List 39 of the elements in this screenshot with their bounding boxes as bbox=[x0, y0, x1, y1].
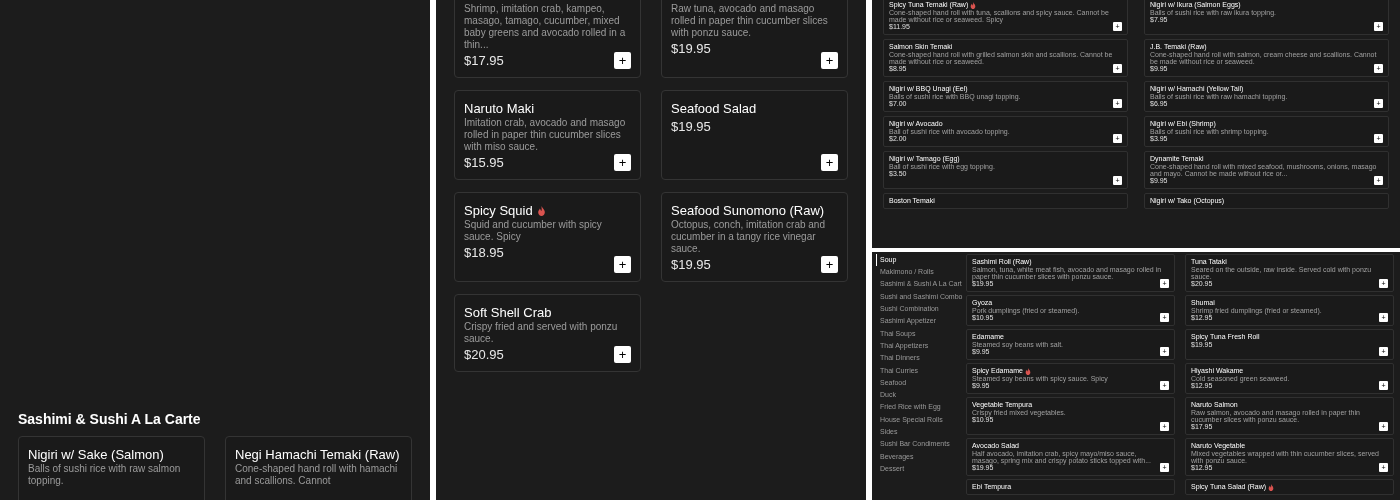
item-description: Imitation crab, avocado and masago rolled in paper thin cucumber slices with miso sauce. bbox=[464, 117, 627, 153]
item-title: Seafood Sunomono (Raw) bbox=[671, 203, 825, 219]
item-price: $15.95 bbox=[464, 155, 504, 171]
item-title: Nigiri w/ Sake (Salmon) bbox=[28, 447, 164, 463]
item-description: Squid and cucumber with spicy sauce. Spicy bbox=[464, 219, 603, 243]
item-price: $20.95 bbox=[464, 347, 504, 363]
menu-item-card[interactable]: Spicy Squid Squid and cucumber with spicy sauce. Spicy $18.95 + bbox=[454, 192, 641, 282]
item-price: $17.95 bbox=[464, 53, 504, 69]
add-button[interactable]: + bbox=[821, 154, 838, 171]
add-button[interactable]: + bbox=[614, 256, 631, 273]
menu-item-card[interactable]: Nigiri w/ Sake (Salmon) Balls of sushi rice with raw salmon topping. bbox=[18, 436, 205, 500]
item-price: $19.95 bbox=[671, 257, 711, 273]
menu-item-card[interactable]: Soft Shell Crab Crispy fried and served with ponzu sauce. $20.95 + bbox=[454, 294, 641, 372]
item-description: Cone-shaped hand roll with hamachi and scallions. Cannot bbox=[235, 463, 399, 487]
item-description: Raw tuna, avocado and masago rolled in paper thin cucumber slices with ponzu sauce. bbox=[671, 3, 829, 39]
item-title: Seafood Salad bbox=[671, 101, 757, 117]
item-title: Spicy Squid bbox=[464, 203, 533, 219]
item-description: Crispy fried and served with ponzu sauce. bbox=[464, 321, 619, 345]
section-heading: Sashimi & Sushi A La Carte bbox=[18, 410, 202, 428]
item-title: Naruto Maki bbox=[464, 101, 535, 117]
add-button[interactable]: + bbox=[614, 346, 631, 363]
add-button[interactable]: + bbox=[821, 256, 838, 273]
item-price: $19.95 bbox=[671, 119, 711, 135]
menu-item-card[interactable]: Naruto Maki Imitation crab, avocado and masago rolled in paper thin cucumber slices with miso sauce. $15.95 + bbox=[454, 90, 641, 180]
item-title: Soft Shell Crab bbox=[464, 305, 552, 321]
add-button[interactable]: + bbox=[821, 52, 838, 69]
item-title: Negi Hamachi Temaki (Raw) bbox=[235, 447, 400, 463]
item-description: Shrimp, imitation crab, kampeo, masago, tamago, cucumber, mixed baby greens and avocado rolled in a thin... bbox=[464, 3, 627, 51]
menu-item-card[interactable]: Raw tuna, avocado and masago rolled in paper thin cucumber slices with ponzu sauce. $19.95 + bbox=[661, 0, 848, 78]
item-price: $19.95 bbox=[671, 41, 711, 57]
add-button[interactable]: + bbox=[614, 52, 631, 69]
item-description: Octopus, conch, imitation crab and cucumber in a tangy rice vinegar sauce. bbox=[671, 219, 826, 255]
menu-item-card[interactable]: Shrimp, imitation crab, kampeo, masago, tamago, cucumber, mixed baby greens and avocado rolled in a thin... $17.95 + bbox=[454, 0, 641, 78]
menu-item-card[interactable]: Seafood Salad $19.95 + bbox=[661, 90, 848, 180]
item-price: $18.95 bbox=[464, 245, 504, 261]
add-button[interactable]: + bbox=[614, 154, 631, 171]
item-description: Balls of sushi rice with raw salmon topping. bbox=[28, 463, 182, 487]
menu-item-card[interactable]: Negi Hamachi Temaki (Raw) Cone-shaped hand roll with hamachi and scallions. Cannot bbox=[225, 436, 412, 500]
menu-item-card[interactable]: Seafood Sunomono (Raw) Octopus, conch, imitation crab and cucumber in a tangy rice vinegar sauce. $19.95 + bbox=[661, 192, 848, 282]
